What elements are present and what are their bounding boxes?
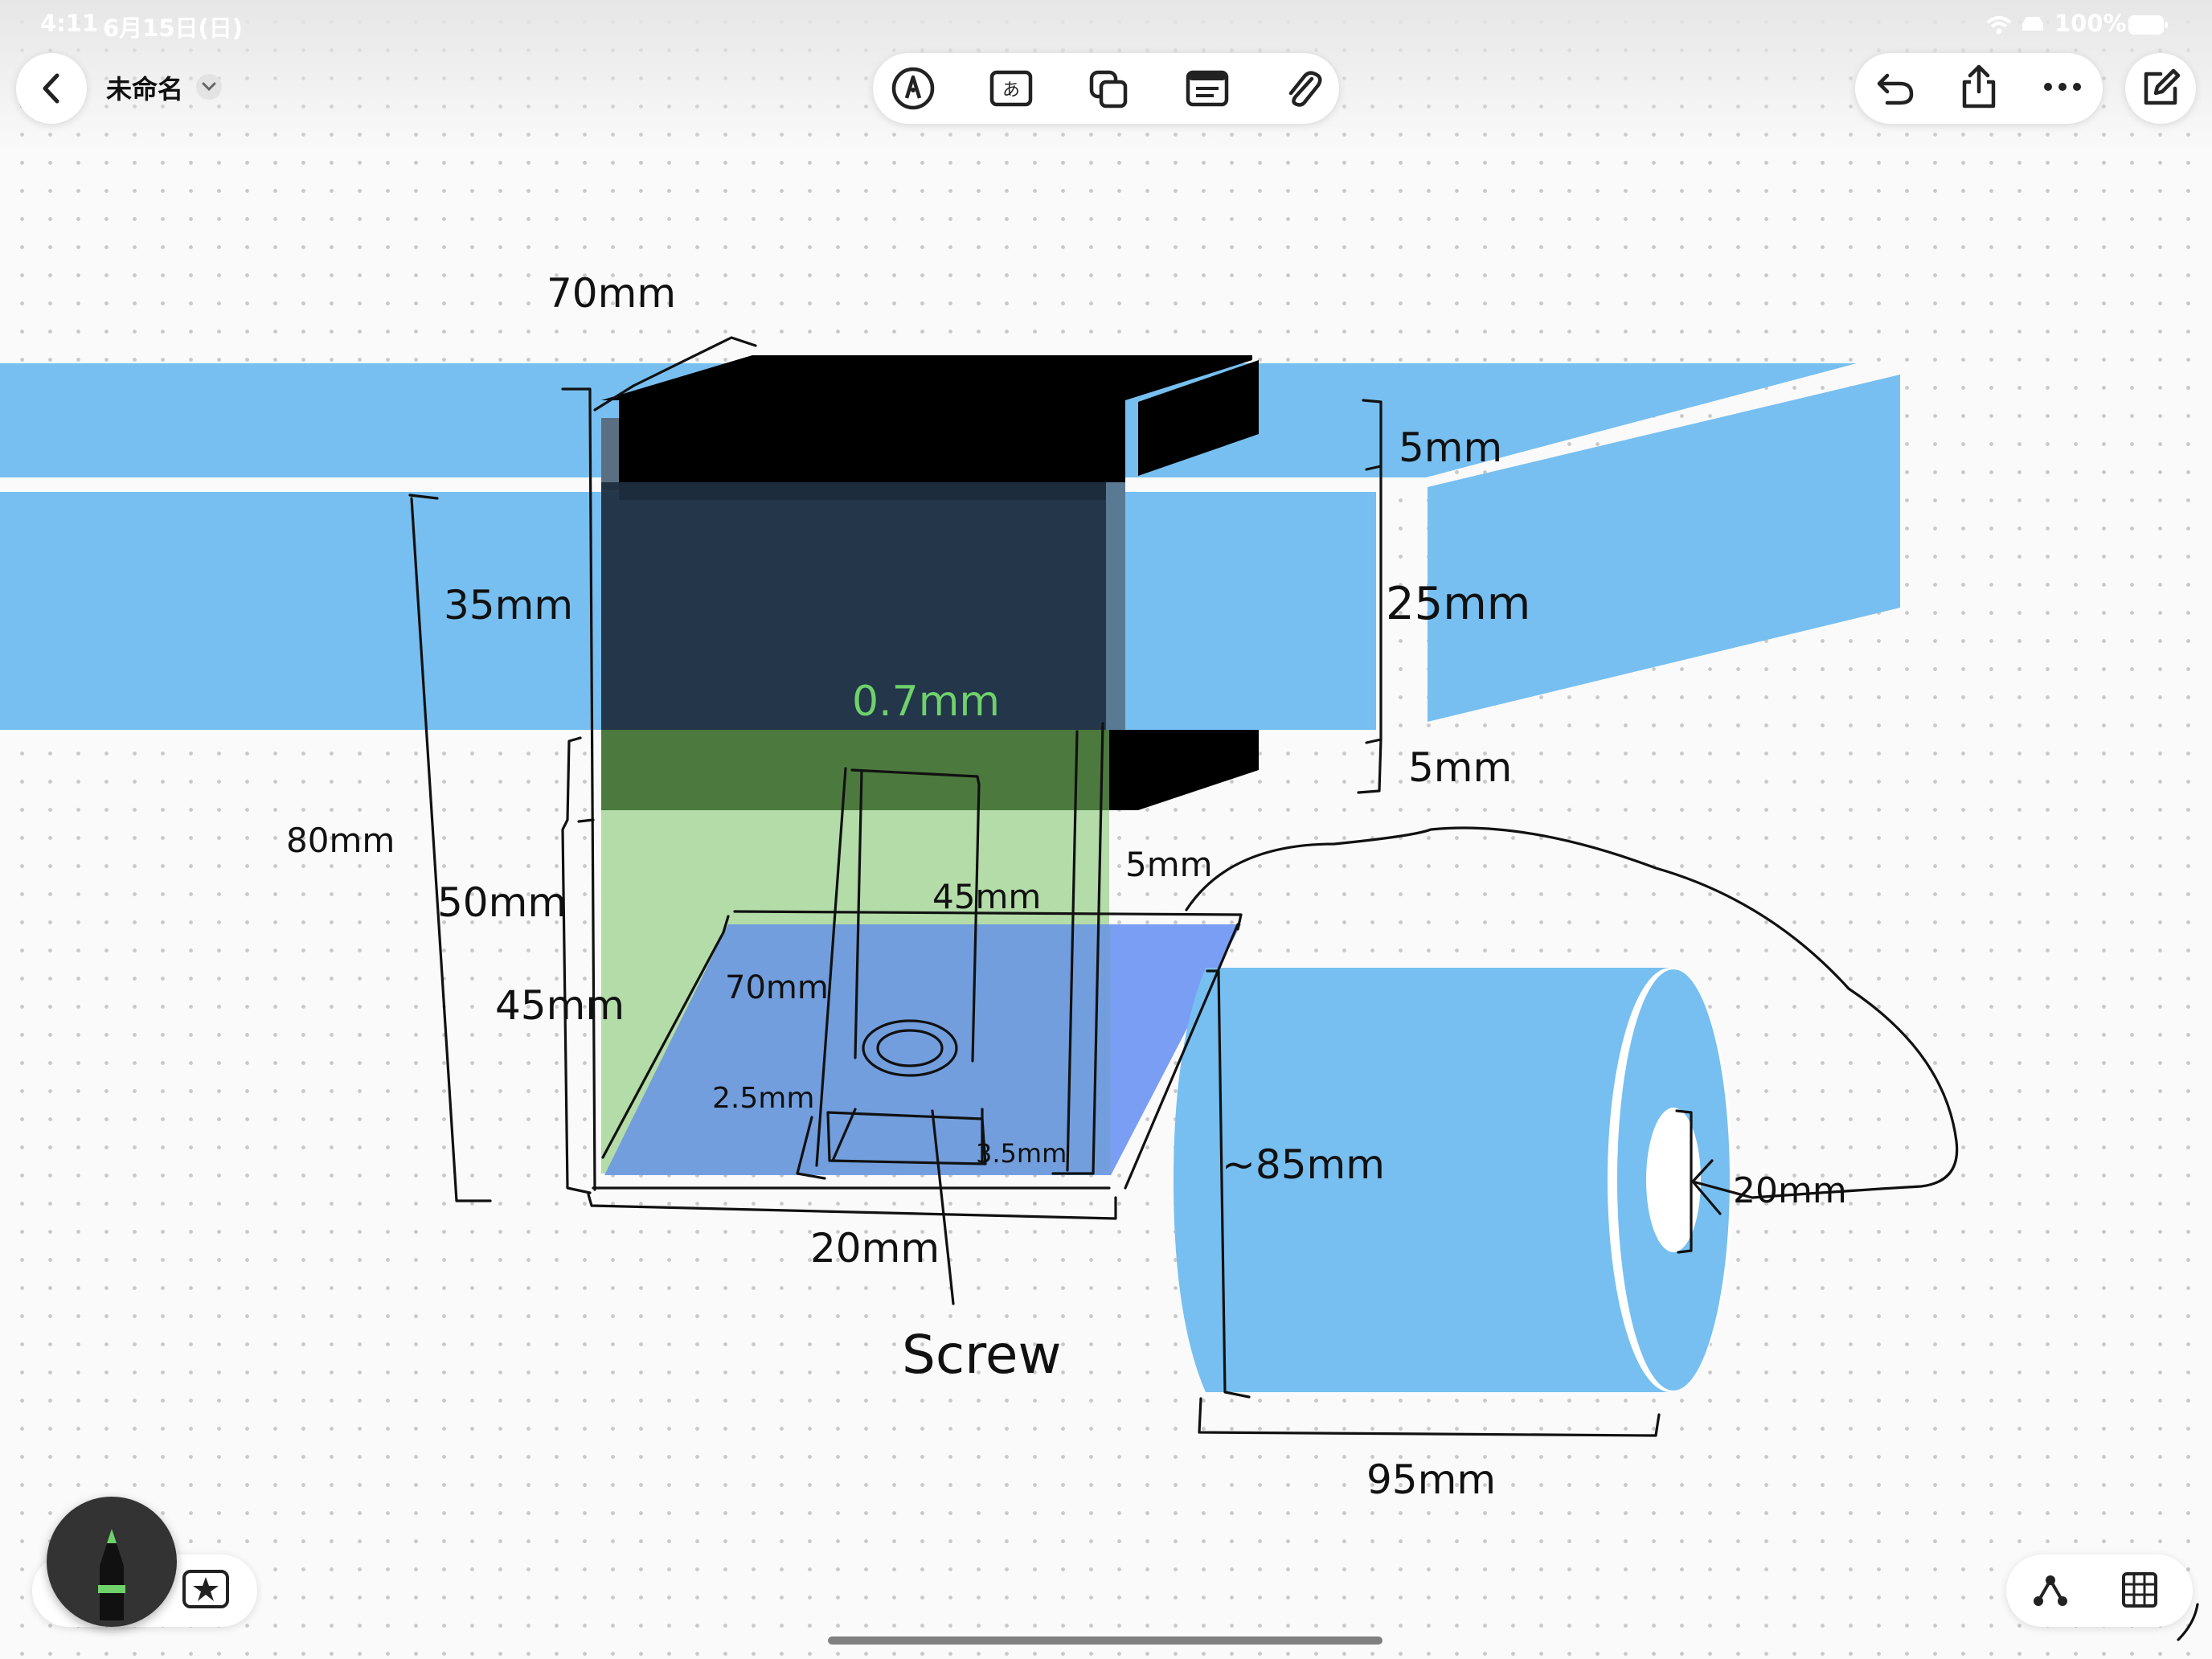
star-icon	[182, 1570, 229, 1608]
lasso-icon[interactable]	[2030, 1572, 2071, 1609]
label-inner-45: 45mm	[932, 877, 1041, 916]
pencil-button[interactable]	[47, 1497, 177, 1627]
label-left-80: 80mm	[286, 821, 395, 860]
label-left-35: 35mm	[444, 582, 573, 629]
label-screw: Screw	[902, 1324, 1061, 1386]
black-lower-block	[1109, 730, 1259, 810]
label-right-5a: 5mm	[1399, 424, 1502, 471]
label-top-width: 70mm	[547, 270, 676, 317]
label-roll-85: ~85mm	[1222, 1141, 1385, 1188]
label-green-thickness: 0.7mm	[852, 678, 1000, 726]
block-edge-shadow	[601, 418, 619, 490]
label-left-45: 45mm	[495, 982, 625, 1029]
home-indicator[interactable]	[828, 1636, 1382, 1645]
label-inner-70: 70mm	[725, 969, 829, 1006]
label-right-5b: 5mm	[1408, 744, 1512, 791]
label-side-5: 5mm	[1125, 845, 1213, 884]
label-inner-2-5: 2.5mm	[712, 1082, 814, 1115]
label-inner-3-5: 3.5mm	[976, 1138, 1067, 1169]
label-left-50: 50mm	[437, 879, 567, 926]
overlap-dark-edge	[1106, 482, 1125, 731]
grid-icon[interactable]	[2120, 1571, 2159, 1609]
label-roll-20: 20mm	[1733, 1170, 1847, 1211]
bottom-right-toolbar	[2006, 1555, 2193, 1627]
label-right-25: 25mm	[1386, 578, 1530, 630]
favorites-button[interactable]	[182, 1569, 230, 1609]
drawing-canvas[interactable]: 70mm 5mm 25mm 5mm 35mm 80mm 50mm 45mm 0.…	[0, 0, 2212, 1659]
pencil-icon	[98, 1529, 125, 1620]
label-roll-95: 95mm	[1366, 1456, 1496, 1503]
label-bottom-20: 20mm	[810, 1225, 940, 1272]
